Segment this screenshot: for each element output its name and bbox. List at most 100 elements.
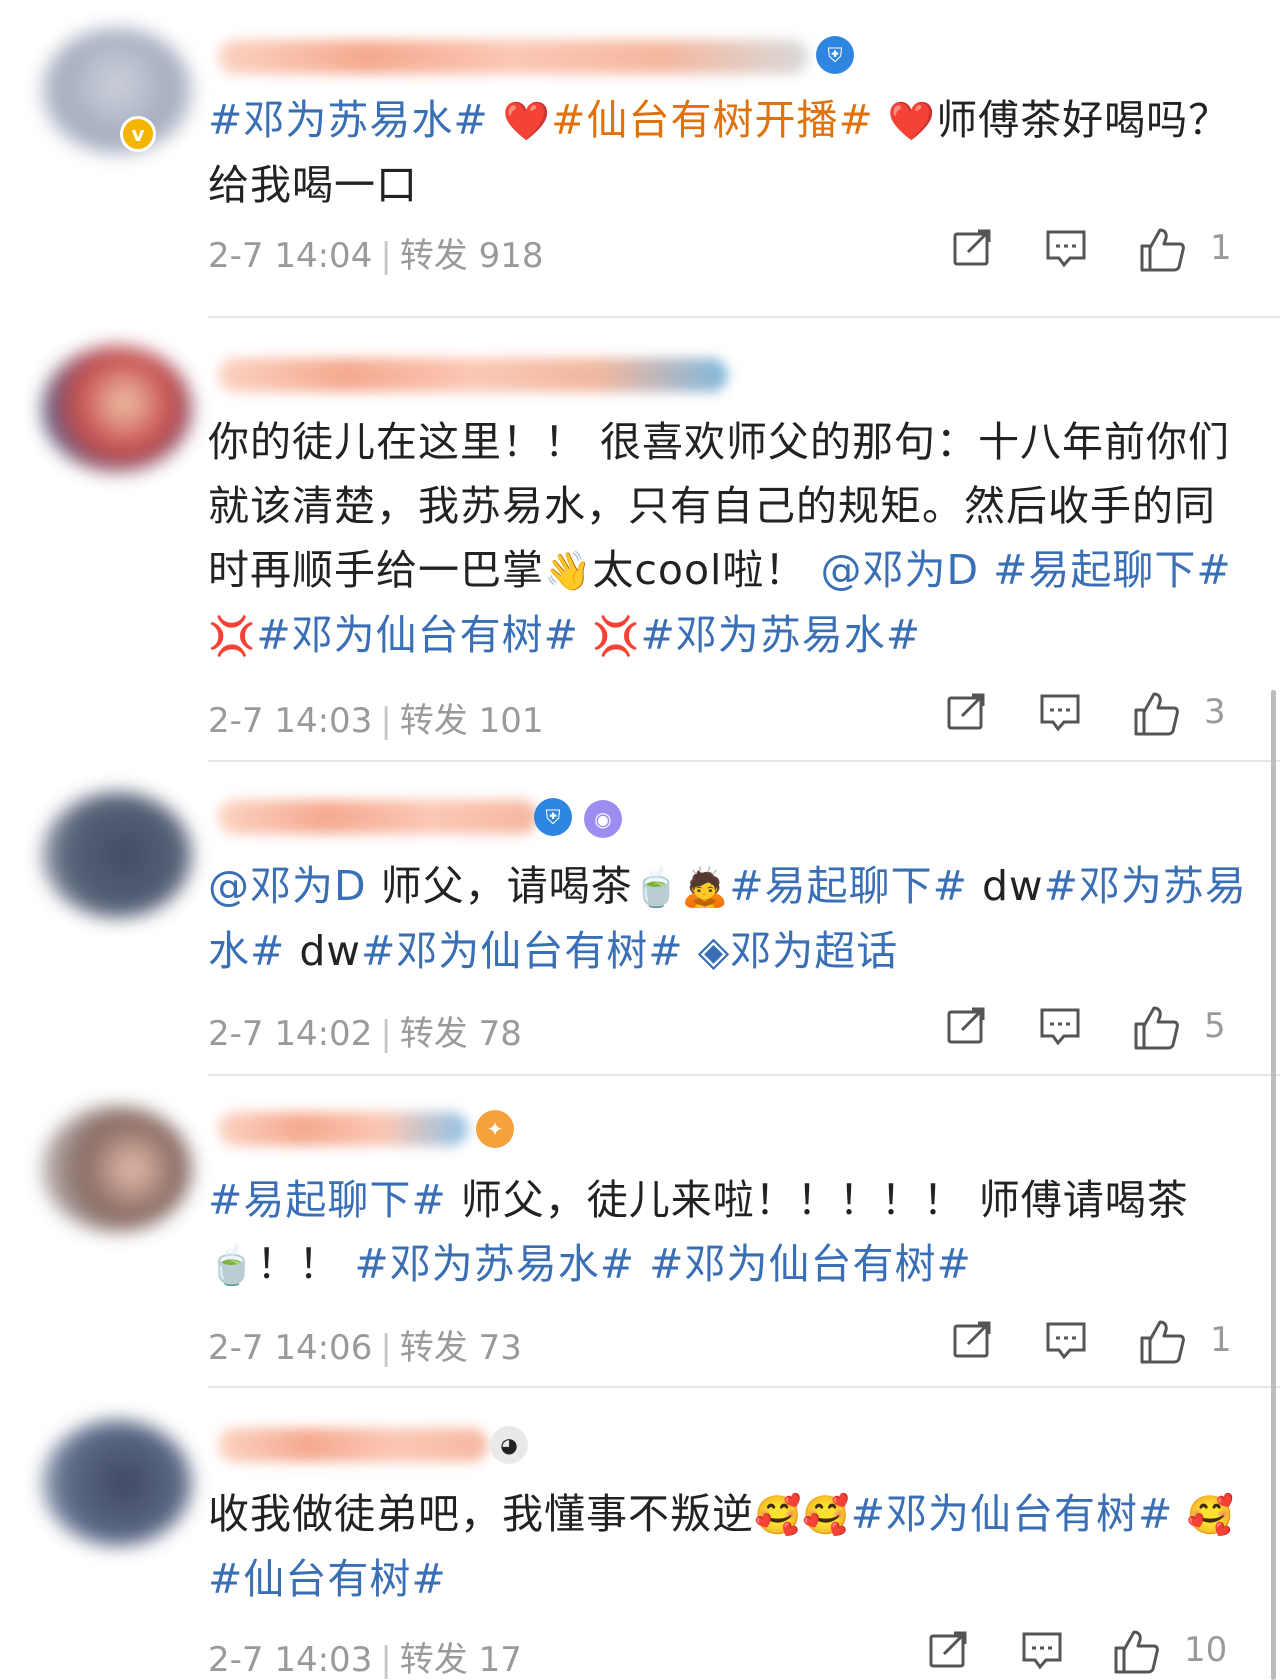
- like-button[interactable]: 3: [1132, 690, 1226, 740]
- topic-link[interactable]: @邓为D #易起聊下#: [820, 546, 1231, 594]
- post-actions: 10: [929, 1628, 1280, 1678]
- repost-button[interactable]: [944, 690, 988, 740]
- share-icon: [926, 1628, 970, 1672]
- emoji-icon: 👋: [544, 549, 593, 593]
- topic-link[interactable]: #邓为仙台有树#: [361, 927, 684, 975]
- comment-button[interactable]: [1044, 1318, 1088, 1368]
- topic-link[interactable]: ◈邓为超话: [684, 927, 899, 975]
- content-text: 师父，请喝茶: [366, 862, 633, 910]
- meta-separator: |: [380, 236, 392, 276]
- thumbs-up-icon: [1138, 226, 1186, 274]
- share-icon: [944, 690, 988, 734]
- thumbs-up-icon: [1132, 690, 1180, 738]
- share-icon: [944, 1004, 988, 1048]
- post-content: #邓为苏易水# ❤️#仙台有树开播# ❤️师傅茶好喝吗？给我喝一口: [208, 88, 1248, 217]
- post-meta: 2-7 14:03 | 转发 101: [208, 693, 544, 742]
- emoji-icon: 🥰🥰: [754, 1493, 851, 1537]
- like-button[interactable]: 10: [1112, 1628, 1227, 1678]
- camera-badge-icon: ◉: [584, 800, 622, 838]
- post-actions: 5: [947, 1004, 1280, 1054]
- post-content: 收我做徒弟吧，我懂事不叛逆🥰🥰#邓为仙台有树# 🥰 #仙台有树#: [208, 1482, 1248, 1611]
- username-blurred[interactable]: [218, 800, 538, 834]
- post-divider: [208, 316, 1280, 318]
- post-content: #易起聊下# 师父，徒儿来啦！！！！！ 师傅请喝茶 🍵！！ #邓为苏易水# #邓为…: [208, 1168, 1248, 1297]
- emoji-icon: ❤️: [887, 99, 937, 143]
- emoji-icon: 🍵: [208, 1243, 257, 1287]
- topic-link[interactable]: #邓为苏易水#: [208, 96, 489, 144]
- topic-link[interactable]: #仙台有树开播#: [551, 96, 874, 144]
- topic-link[interactable]: @邓为D: [208, 862, 367, 910]
- meta-separator: |: [380, 701, 392, 741]
- topic-link[interactable]: #邓为苏易水#: [640, 611, 921, 659]
- thumbs-up-icon: [1138, 1318, 1186, 1366]
- scrollbar[interactable]: [1271, 690, 1276, 1680]
- post-time: 2-7 14:04: [208, 236, 373, 276]
- comment-button[interactable]: [1044, 226, 1088, 276]
- repost-button[interactable]: [926, 1628, 970, 1678]
- repost-count: 转发 73: [399, 1328, 522, 1368]
- avatar[interactable]: [42, 1420, 192, 1546]
- panda-badge-icon: ◕: [490, 1426, 528, 1464]
- post-actions: 3: [947, 690, 1280, 740]
- avatar[interactable]: [42, 28, 192, 154]
- topic-link[interactable]: #邓为苏易水# #邓为仙台有树#: [354, 1240, 971, 1288]
- repost-button[interactable]: [944, 1004, 988, 1054]
- avatar[interactable]: [42, 792, 192, 918]
- post-divider: [208, 1386, 1280, 1388]
- topic-link[interactable]: #邓为仙台有树#: [256, 611, 579, 659]
- avatar[interactable]: [42, 346, 192, 472]
- repost-count: 转发 918: [399, 236, 544, 276]
- like-button[interactable]: 1: [1138, 226, 1232, 276]
- like-count: 1: [1210, 228, 1232, 268]
- post-content: 你的徒儿在这里！！ 很喜欢师父的那句：十八年前你们就该清楚，我苏易水，只有自己的…: [208, 410, 1248, 668]
- like-count: 5: [1204, 1006, 1226, 1046]
- username-blurred[interactable]: [218, 40, 808, 74]
- pufferfish-badge-icon: ✦: [476, 1110, 514, 1148]
- meta-separator: |: [380, 1014, 392, 1054]
- content-text: dw: [967, 862, 1044, 910]
- repost-button[interactable]: [950, 226, 994, 276]
- post-meta: 2-7 14:06 | 转发 73: [208, 1320, 522, 1369]
- comment-button[interactable]: [1038, 1004, 1082, 1054]
- content-text: 收我做徒弟吧，我懂事不叛逆: [208, 1490, 754, 1538]
- emoji-icon: 🍵🙇: [632, 865, 730, 909]
- like-button[interactable]: 5: [1132, 1004, 1226, 1054]
- meta-separator: |: [380, 1640, 392, 1680]
- emoji-icon: 💢: [579, 614, 641, 658]
- topic-link[interactable]: #邓为仙台有树#: [851, 1490, 1174, 1538]
- content-text: dw: [285, 927, 361, 975]
- topic-link[interactable]: #易起聊下#: [729, 862, 968, 910]
- username-blurred[interactable]: [218, 1112, 468, 1146]
- avatar[interactable]: [42, 1106, 192, 1232]
- share-icon: [950, 226, 994, 270]
- post-meta: 2-7 14:03 | 转发 17: [208, 1632, 522, 1680]
- content-text: ！！: [256, 1240, 355, 1288]
- like-button[interactable]: 1: [1138, 1318, 1232, 1368]
- username-blurred[interactable]: [218, 358, 728, 392]
- comment-icon: [1038, 690, 1082, 734]
- post-divider: [208, 1074, 1280, 1076]
- content-text: [874, 96, 888, 144]
- share-icon: [950, 1318, 994, 1362]
- content-text: [489, 96, 503, 144]
- thumbs-up-icon: [1132, 1004, 1180, 1052]
- repost-button[interactable]: [950, 1318, 994, 1368]
- shield-badge-icon: ⛨: [534, 798, 572, 836]
- post-time: 2-7 14:06: [208, 1328, 373, 1368]
- emoji-icon: ❤️: [502, 99, 552, 143]
- topic-link[interactable]: #仙台有树#: [208, 1555, 447, 1603]
- post-actions: 1: [950, 1318, 1280, 1368]
- comment-button[interactable]: [1038, 690, 1082, 740]
- topic-link[interactable]: #易起聊下#: [208, 1176, 447, 1224]
- comment-icon: [1038, 1004, 1082, 1048]
- thumbs-up-icon: [1112, 1628, 1160, 1676]
- post-time: 2-7 14:03: [208, 1640, 373, 1680]
- like-count: 3: [1204, 692, 1226, 732]
- comment-icon: [1020, 1628, 1064, 1672]
- like-count: 10: [1184, 1630, 1228, 1670]
- post-actions: 1: [950, 226, 1280, 276]
- shield-badge-icon: ⛨: [816, 36, 854, 74]
- comment-button[interactable]: [1020, 1628, 1064, 1678]
- username-blurred[interactable]: [218, 1428, 488, 1462]
- emoji-icon: 💢: [208, 614, 257, 658]
